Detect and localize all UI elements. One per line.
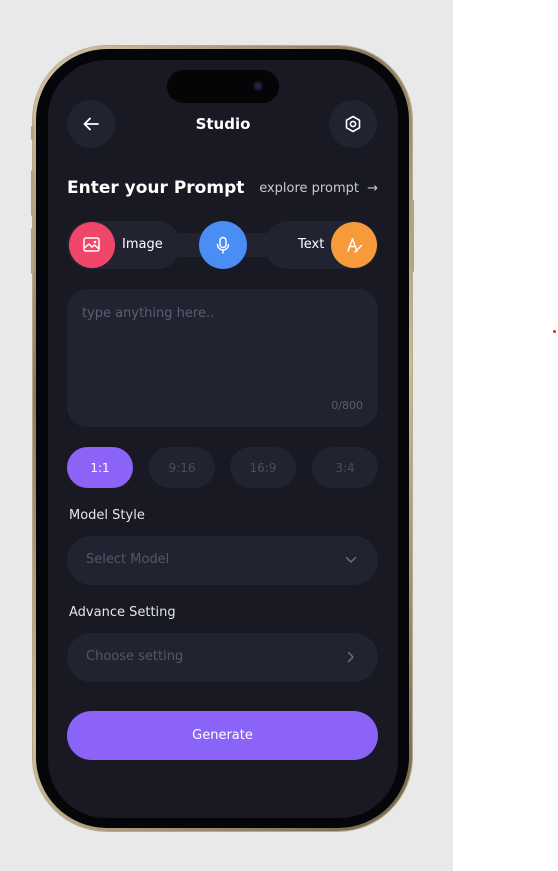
character-counter: 0/800 xyxy=(331,399,363,412)
generate-button[interactable]: Generate xyxy=(67,711,378,760)
advance-setting-label: Advance Setting xyxy=(69,605,176,620)
volume-down-button xyxy=(31,228,34,274)
chevron-right-icon xyxy=(347,651,354,663)
model-select-placeholder: Select Model xyxy=(86,552,170,567)
dynamic-island xyxy=(167,70,279,103)
image-icon xyxy=(83,237,100,252)
settings-icon xyxy=(345,115,361,133)
image-mode-label: Image xyxy=(122,237,163,252)
text-mode-button[interactable] xyxy=(331,222,377,268)
microphone-icon xyxy=(216,236,230,254)
prompt-heading: Enter your Prompt xyxy=(67,178,245,198)
image-mode-button[interactable] xyxy=(69,222,115,268)
app-screen: Studio Enter your Prompt explore prompt … xyxy=(48,60,398,818)
text-mode-label: Text xyxy=(298,237,325,252)
explore-prompt-link[interactable]: explore prompt → xyxy=(259,181,378,196)
settings-button[interactable] xyxy=(329,100,377,148)
camera-icon xyxy=(253,81,263,91)
advance-setting-placeholder: Choose setting xyxy=(86,649,184,664)
chevron-down-icon xyxy=(345,556,357,563)
side-button xyxy=(31,126,34,140)
model-select[interactable]: Select Model xyxy=(67,536,378,585)
text-pen-icon xyxy=(347,238,363,253)
volume-up-button xyxy=(31,170,34,216)
model-style-label: Model Style xyxy=(69,508,145,523)
marker-dot xyxy=(553,330,556,333)
advance-setting-select[interactable]: Choose setting xyxy=(67,633,378,682)
ratio-3-4[interactable]: 3:4 xyxy=(312,447,378,488)
prompt-input[interactable]: type anything here.. 0/800 xyxy=(67,289,378,427)
voice-mode-button[interactable] xyxy=(199,221,247,269)
prompt-placeholder: type anything here.. xyxy=(82,306,215,321)
power-button xyxy=(411,200,414,272)
ratio-1-1[interactable]: 1:1 xyxy=(67,447,133,488)
ratio-9-16[interactable]: 9:16 xyxy=(149,447,215,488)
explore-prompt-label: explore prompt xyxy=(259,181,359,196)
arrow-right-icon: → xyxy=(367,181,378,196)
ratio-16-9[interactable]: 16:9 xyxy=(230,447,296,488)
